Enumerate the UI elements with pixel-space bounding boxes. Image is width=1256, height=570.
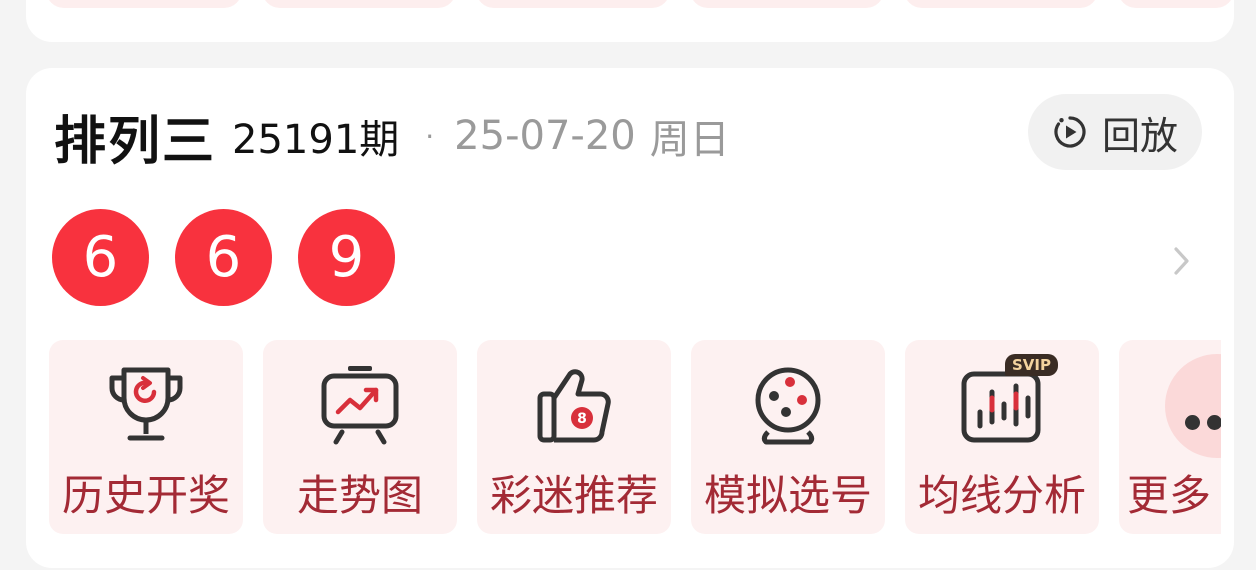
- draw-period: 25191期: [232, 117, 400, 163]
- previous-card: [26, 0, 1234, 42]
- chevron-right-icon[interactable]: [1170, 244, 1194, 278]
- header-separator: ·: [425, 119, 435, 153]
- tool-label: 彩迷推荐: [489, 471, 658, 520]
- lottery-name: 排列三: [54, 111, 217, 172]
- tool-recommend[interactable]: 8 彩迷推荐: [477, 340, 671, 534]
- number-ball: 9: [298, 209, 395, 306]
- tool-simulate[interactable]: 模拟选号: [691, 340, 885, 534]
- draw-weekday: 周日: [649, 117, 730, 163]
- previous-card-item[interactable]: [262, 0, 456, 8]
- svg-text:8: 8: [577, 411, 587, 427]
- tool-trend-chart[interactable]: 走势图: [263, 340, 457, 534]
- lottery-card: 排列三 25191期 · 25-07-20 周日 回放 6 6 9 历史开奖 走…: [26, 68, 1234, 568]
- winning-numbers[interactable]: 6 6 9: [52, 209, 421, 306]
- more-dot: [1185, 415, 1200, 430]
- thumbs-up-icon: 8: [537, 369, 611, 443]
- previous-card-item[interactable]: [476, 0, 670, 8]
- lottery-machine-icon: [755, 367, 821, 445]
- more-icon: [1165, 354, 1221, 458]
- replay-icon: [1054, 116, 1086, 148]
- tool-label: 模拟选号: [703, 471, 872, 520]
- tool-label: 历史开奖: [61, 471, 230, 520]
- previous-card-item[interactable]: [690, 0, 884, 8]
- replay-label: 回放: [1101, 113, 1178, 158]
- tool-row: 历史开奖 走势图 8 彩迷推荐 模拟选号 SVIP 均线分析 更多: [49, 340, 1221, 534]
- tool-label: 走势图: [296, 471, 423, 520]
- tool-more[interactable]: 更多: [1119, 340, 1221, 534]
- previous-card-item[interactable]: [904, 0, 1098, 8]
- previous-card-item[interactable]: [1118, 0, 1234, 8]
- replay-button[interactable]: 回放: [1028, 94, 1202, 170]
- tool-label: 更多: [1127, 471, 1212, 520]
- number-ball: 6: [175, 209, 272, 306]
- previous-card-item[interactable]: [46, 0, 242, 8]
- draw-date: 25-07-20: [454, 113, 636, 159]
- trophy-icon: [109, 367, 183, 441]
- draw-header: 排列三 25191期 · 25-07-20 周日: [54, 106, 730, 172]
- tool-moving-average[interactable]: SVIP 均线分析: [905, 340, 1099, 534]
- svip-badge: SVIP: [1005, 354, 1058, 376]
- number-ball: 6: [52, 209, 149, 306]
- more-dot: [1207, 415, 1221, 430]
- tool-history[interactable]: 历史开奖: [49, 340, 243, 534]
- trend-chart-icon: [321, 366, 399, 445]
- tool-label: 均线分析: [917, 471, 1086, 520]
